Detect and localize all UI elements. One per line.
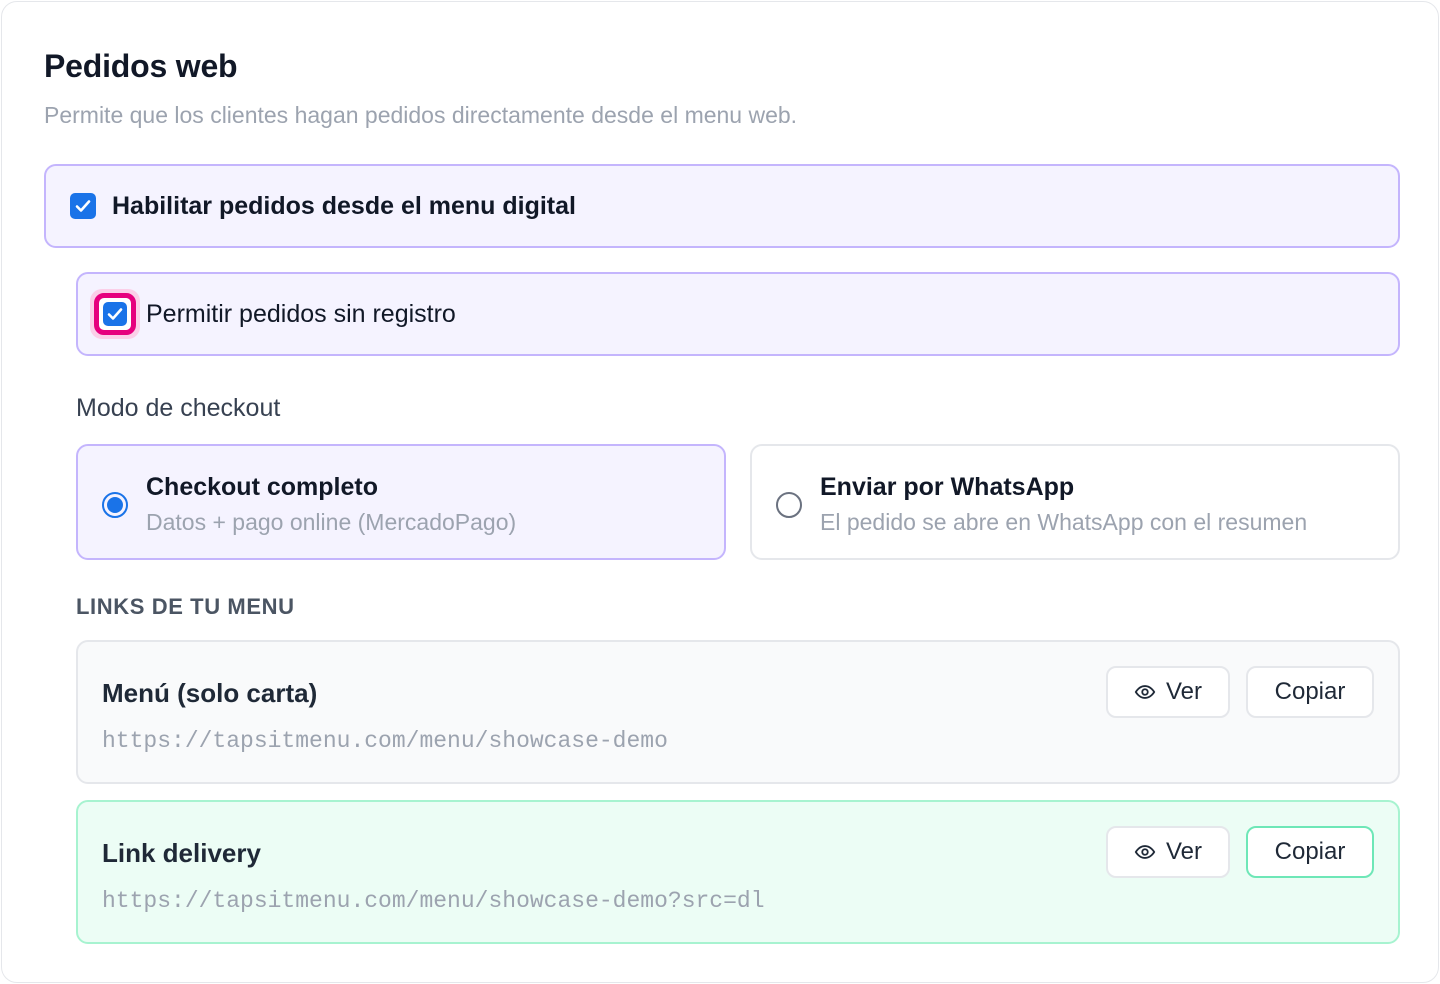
- checkout-mode-whatsapp[interactable]: Enviar por WhatsApp El pedido se abre en…: [750, 444, 1400, 560]
- copy-delivery-button[interactable]: Copiar: [1246, 826, 1374, 878]
- checkout-full-title: Checkout completo: [146, 473, 378, 501]
- view-delivery-label: Ver: [1165, 838, 1203, 865]
- eye-icon: [1134, 685, 1156, 699]
- guest-orders-checkbox[interactable]: [103, 302, 127, 326]
- view-menu-button[interactable]: Ver: [1106, 666, 1230, 718]
- link-card-delivery: Link delivery https://tapsitmenu.com/men…: [76, 800, 1400, 944]
- view-delivery-button[interactable]: Ver: [1106, 826, 1230, 878]
- checkout-whatsapp-description: El pedido se abre en WhatsApp con el res…: [820, 509, 1308, 535]
- link-delivery-url: https://tapsitmenu.com/menu/showcase-dem…: [102, 888, 765, 914]
- link-card-menu: Menú (solo carta) https://tapsitmenu.com…: [76, 640, 1400, 784]
- enable-orders-option[interactable]: Habilitar pedidos desde el menu digital: [44, 164, 1400, 248]
- enable-orders-label: Habilitar pedidos desde el menu digital: [112, 191, 576, 220]
- checkout-mode-label: Modo de checkout: [76, 394, 281, 422]
- view-menu-label: Ver: [1165, 678, 1203, 705]
- checkout-mode-full[interactable]: Checkout completo Datos + pago online (M…: [76, 444, 726, 560]
- orders-settings-card: Pedidos web Permite que los clientes hag…: [1, 1, 1439, 983]
- eye-icon: [1134, 845, 1156, 859]
- link-menu-url: https://tapsitmenu.com/menu/showcase-dem…: [102, 728, 668, 754]
- checkout-whatsapp-radio[interactable]: [776, 492, 802, 518]
- check-icon: [107, 308, 123, 320]
- guest-orders-label: Permitir pedidos sin registro: [146, 299, 456, 328]
- page-title: Pedidos web: [44, 48, 238, 84]
- page-subtitle: Permite que los clientes hagan pedidos d…: [44, 102, 798, 128]
- link-delivery-title: Link delivery: [102, 838, 261, 868]
- guest-orders-option[interactable]: Permitir pedidos sin registro: [76, 272, 1400, 356]
- check-icon: [75, 200, 91, 212]
- guest-orders-focus-ring: [90, 289, 140, 339]
- checkout-full-radio[interactable]: [102, 492, 128, 518]
- link-menu-title: Menú (solo carta): [102, 678, 318, 708]
- checkout-whatsapp-title: Enviar por WhatsApp: [820, 473, 1075, 501]
- links-section-label: LINKS DE TU MENU: [76, 594, 295, 619]
- copy-menu-button[interactable]: Copiar: [1246, 666, 1374, 718]
- checkout-full-description: Datos + pago online (MercadoPago): [146, 509, 517, 535]
- enable-orders-checkbox[interactable]: [70, 193, 96, 219]
